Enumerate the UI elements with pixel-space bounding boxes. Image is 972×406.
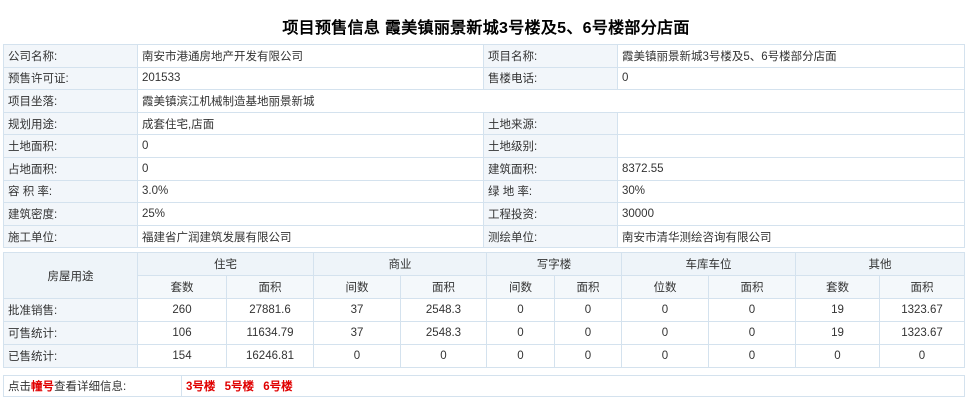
group-header-parking: 车库车位 xyxy=(621,252,796,276)
stat-cell: 0 xyxy=(313,344,401,368)
stat-cell: 19 xyxy=(795,321,880,345)
land-source-label: 土地来源: xyxy=(483,111,618,136)
building-area-label: 建筑面积: xyxy=(483,156,618,181)
table-row: 已售统计: 154 16246.81 0 0 0 0 0 0 0 0 xyxy=(3,344,965,368)
row-label-approved: 批准销售: xyxy=(3,298,138,322)
building-number-highlight: 幢号 xyxy=(31,381,54,393)
group-header-commercial: 商业 xyxy=(313,252,487,276)
green-value: 30% xyxy=(617,179,965,204)
surveyor-label: 测绘单位: xyxy=(483,224,618,249)
sub-header: 面积 xyxy=(226,275,314,299)
stat-cell: 0 xyxy=(621,344,709,368)
density-label: 建筑密度: xyxy=(3,202,138,226)
stat-cell: 0 xyxy=(621,321,709,345)
stat-cell: 19 xyxy=(795,298,880,322)
stat-cell: 0 xyxy=(708,321,796,345)
land-grade-label: 土地级别: xyxy=(483,134,618,158)
building-links-cell: 3号楼 5号楼 6号楼 xyxy=(181,375,965,397)
stat-cell: 0 xyxy=(708,344,796,368)
plot-ratio-label: 容 积 率: xyxy=(3,179,138,204)
stat-cell: 0 xyxy=(879,344,965,368)
investment-label: 工程投资: xyxy=(483,202,618,226)
stat-cell: 2548.3 xyxy=(400,298,487,322)
group-header-residential: 住宅 xyxy=(137,252,314,276)
row-label-available: 可售统计: xyxy=(3,321,138,345)
location-value: 霞美镇滨江机械制造基地丽景新城 xyxy=(137,89,965,113)
stat-cell: 260 xyxy=(137,298,227,322)
stat-cell: 0 xyxy=(486,298,555,322)
sub-header: 间数 xyxy=(486,275,555,299)
building-link-6[interactable]: 6号楼 xyxy=(263,381,292,393)
sales-stats-table: 房屋用途 住宅 商业 写字楼 车库车位 其他 套数 面积 间数 面积 间数 面积… xyxy=(3,252,965,368)
land-grade-value xyxy=(617,134,965,158)
phone-value: 0 xyxy=(617,66,965,91)
plot-ratio-value: 3.0% xyxy=(137,179,484,204)
location-label: 项目坐落: xyxy=(3,89,138,113)
stat-cell: 27881.6 xyxy=(226,298,314,322)
group-header-office: 写字楼 xyxy=(486,252,622,276)
prompt-suffix: 查看详细信息: xyxy=(54,381,127,393)
green-label: 绿 地 率: xyxy=(483,179,618,204)
builder-label: 施工单位: xyxy=(3,224,138,249)
stat-cell: 0 xyxy=(795,344,880,368)
permit-value: 201533 xyxy=(137,66,484,91)
company-label: 公司名称: xyxy=(3,44,138,68)
stat-cell: 16246.81 xyxy=(226,344,314,368)
stat-cell: 1323.67 xyxy=(879,321,965,345)
building-links-table: 点击幢号查看详细信息: 3号楼 5号楼 6号楼 xyxy=(3,375,965,397)
stat-cell: 106 xyxy=(137,321,227,345)
sub-header: 间数 xyxy=(313,275,401,299)
land-area-label: 土地面积: xyxy=(3,134,138,158)
stat-cell: 154 xyxy=(137,344,227,368)
stat-cell: 0 xyxy=(486,321,555,345)
usage-value: 成套住宅,店面 xyxy=(137,111,484,136)
sub-header: 面积 xyxy=(554,275,622,299)
project-label: 项目名称: xyxy=(483,44,618,68)
page-title: 项目预售信息 霞美镇丽景新城3号楼及5、6号楼部分店面 xyxy=(282,20,690,37)
occupied-value: 0 xyxy=(137,156,484,181)
sub-header: 位数 xyxy=(621,275,709,299)
sub-header: 面积 xyxy=(879,275,965,299)
project-info-table: 公司名称: 南安市港通房地产开发有限公司 项目名称: 霞美镇丽景新城3号楼及5、… xyxy=(3,44,965,249)
land-source-value xyxy=(617,111,965,136)
phone-label: 售楼电话: xyxy=(483,66,618,91)
table-row: 可售统计: 106 11634.79 37 2548.3 0 0 0 0 19 … xyxy=(3,321,965,345)
table-row: 批准销售: 260 27881.6 37 2548.3 0 0 0 0 19 1… xyxy=(3,298,965,322)
project-value: 霞美镇丽景新城3号楼及5、6号楼部分店面 xyxy=(617,44,965,68)
stat-cell: 0 xyxy=(554,344,622,368)
sub-header: 面积 xyxy=(708,275,796,299)
occupied-label: 占地面积: xyxy=(3,156,138,181)
company-value: 南安市港通房地产开发有限公司 xyxy=(137,44,484,68)
sub-header: 套数 xyxy=(137,275,227,299)
builder-value: 福建省广润建筑发展有限公司 xyxy=(137,224,484,249)
building-links-label: 点击幢号查看详细信息: xyxy=(3,375,182,397)
surveyor-value: 南安市清华测绘咨询有限公司 xyxy=(617,224,965,249)
building-area-value: 8372.55 xyxy=(617,156,965,181)
stat-cell: 0 xyxy=(708,298,796,322)
density-value: 25% xyxy=(137,202,484,226)
sub-header: 面积 xyxy=(400,275,487,299)
stat-cell: 37 xyxy=(313,321,401,345)
stat-cell: 0 xyxy=(554,298,622,322)
sub-header: 套数 xyxy=(795,275,880,299)
stat-cell: 0 xyxy=(486,344,555,368)
house-use-header: 房屋用途 xyxy=(3,252,138,299)
building-link-3[interactable]: 3号楼 xyxy=(186,381,215,393)
stat-cell: 0 xyxy=(621,298,709,322)
permit-label: 预售许可证: xyxy=(3,66,138,91)
stat-cell: 37 xyxy=(313,298,401,322)
stat-cell: 0 xyxy=(400,344,487,368)
prompt-prefix: 点击 xyxy=(8,381,31,393)
stat-cell: 1323.67 xyxy=(879,298,965,322)
stat-cell: 2548.3 xyxy=(400,321,487,345)
stat-cell: 11634.79 xyxy=(226,321,314,345)
stat-cell: 0 xyxy=(554,321,622,345)
building-link-5[interactable]: 5号楼 xyxy=(225,381,254,393)
land-area-value: 0 xyxy=(137,134,484,158)
investment-value: 30000 xyxy=(617,202,965,226)
row-label-sold: 已售统计: xyxy=(3,344,138,368)
group-header-other: 其他 xyxy=(795,252,965,276)
usage-label: 规划用途: xyxy=(3,111,138,136)
